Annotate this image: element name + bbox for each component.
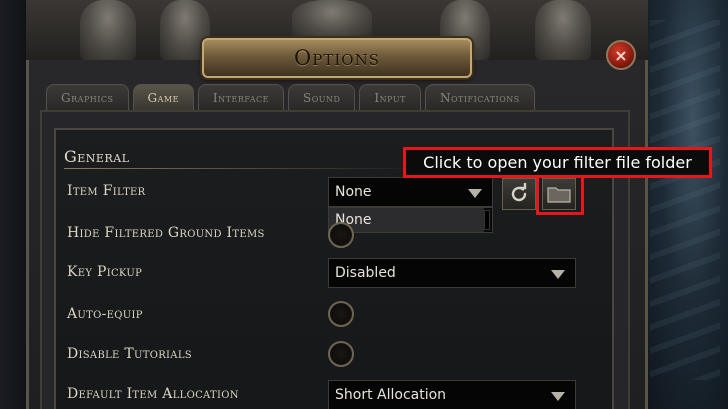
close-icon: ×	[614, 45, 628, 65]
tab-notifications[interactable]: Notifications	[424, 84, 535, 110]
item-filter-select[interactable]: None	[328, 177, 493, 207]
dropdown-scrollbar[interactable]	[484, 210, 490, 230]
default-item-allocation-label: Default Item Allocation	[67, 386, 239, 402]
window-title: Options	[294, 46, 380, 70]
section-title: General	[64, 147, 130, 166]
key-pickup-label: Key Pickup	[67, 264, 143, 280]
background-right	[640, 0, 728, 409]
tab-input[interactable]: Input	[359, 84, 421, 110]
tab-game[interactable]: Game	[132, 84, 194, 110]
item-filter-label: Item Filter	[67, 183, 146, 199]
chevron-down-icon	[468, 189, 482, 198]
default-item-allocation-value: Short Allocation	[335, 387, 447, 403]
hide-filtered-label: Hide Filtered Ground Items	[67, 225, 265, 241]
hide-filtered-toggle[interactable]	[328, 222, 354, 248]
item-filter-value: None	[335, 184, 372, 200]
disable-tutorials-label: Disable Tutorials	[67, 346, 192, 362]
auto-equip-label: Auto-equip	[67, 306, 143, 322]
key-pickup-select[interactable]: Disabled	[328, 258, 576, 288]
statue-ornament	[292, 0, 372, 40]
highlight-box	[536, 175, 584, 215]
statue-ornament	[80, 0, 136, 60]
window-title-plaque: Options	[202, 38, 472, 78]
options-tabs: Graphics Game Interface Sound Input Noti…	[46, 84, 535, 110]
chevron-down-icon	[551, 392, 565, 401]
auto-equip-toggle[interactable]	[328, 301, 354, 327]
tab-sound[interactable]: Sound	[287, 84, 356, 110]
key-pickup-value: Disabled	[335, 265, 396, 281]
default-item-allocation-select[interactable]: Short Allocation	[328, 380, 576, 409]
disable-tutorials-toggle[interactable]	[328, 341, 354, 367]
reload-filter-button[interactable]	[502, 178, 536, 210]
section-divider	[64, 168, 424, 169]
tooltip: Click to open your filter file folder	[403, 147, 712, 178]
chevron-down-icon	[551, 270, 565, 279]
refresh-icon	[511, 183, 527, 202]
tooltip-text: Click to open your filter file folder	[423, 153, 692, 172]
tab-interface[interactable]: Interface	[197, 84, 284, 110]
close-button[interactable]: ×	[606, 40, 636, 70]
tab-graphics[interactable]: Graphics	[46, 84, 129, 110]
statue-ornament	[535, 0, 591, 60]
